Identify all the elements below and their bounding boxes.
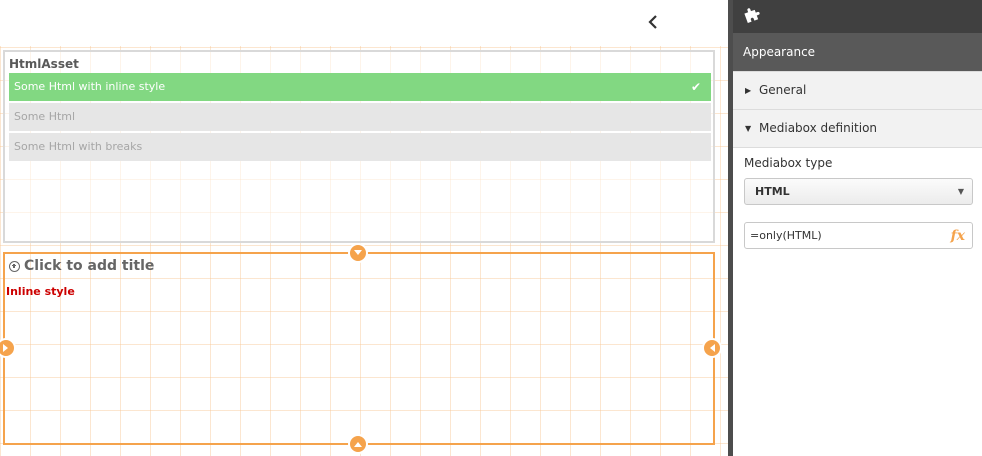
accordion-mediabox-definition[interactable]: ▼ Mediabox definition — [733, 109, 982, 147]
sheet-canvas: HtmlAsset Some Html with inline style ✔ … — [0, 0, 728, 456]
title-placeholder: Click to add title — [24, 258, 155, 274]
fx-icon[interactable]: fx — [951, 224, 965, 249]
plus-circle-icon — [9, 260, 20, 272]
section-appearance[interactable]: Appearance — [733, 33, 982, 71]
accordion-label: Mediabox definition — [759, 121, 878, 135]
list-item-label: Some Html with breaks — [14, 140, 143, 153]
select-value: HTML — [755, 185, 790, 198]
add-title-button[interactable]: Click to add title — [9, 258, 154, 274]
mediabox-type-select[interactable]: HTML ▼ — [744, 178, 973, 205]
resize-handle-top[interactable] — [348, 243, 368, 263]
list-item-label: Some Html — [14, 110, 76, 123]
caret-right-icon — [3, 344, 8, 352]
accordion-label: General — [759, 83, 807, 97]
checkmark-icon: ✔ — [690, 80, 701, 94]
list-item[interactable]: Some Html — [9, 103, 711, 131]
list-item[interactable]: Some Html with breaks — [9, 133, 711, 161]
properties-panel: Appearance ▶ General ▼ Mediabox definiti… — [733, 0, 982, 456]
puzzle-icon[interactable] — [742, 4, 762, 24]
mediabox-type-label: Mediabox type — [744, 156, 833, 170]
filter-pane-htmlasset[interactable]: HtmlAsset Some Html with inline style ✔ … — [3, 50, 715, 243]
resize-handle-bottom[interactable] — [348, 434, 368, 454]
mediabox-object[interactable]: Click to add title Inline style — [3, 252, 715, 445]
caret-up-icon — [354, 442, 362, 447]
panel-header — [733, 0, 982, 33]
triangle-down-icon: ▼ — [745, 124, 752, 133]
caret-down-icon: ▼ — [957, 187, 964, 196]
expression-value: =only(HTML) — [750, 229, 822, 242]
list-item-selected[interactable]: Some Html with inline style ✔ — [9, 73, 711, 101]
resize-handle-right[interactable] — [702, 338, 722, 358]
accordion-general[interactable]: ▶ General — [733, 71, 982, 109]
mediabox-html-content: Inline style — [6, 285, 75, 298]
caret-down-icon — [354, 250, 362, 255]
triangle-right-icon: ▶ — [745, 86, 752, 95]
caret-left-icon — [710, 344, 715, 352]
listbox-title: HtmlAsset — [9, 57, 79, 71]
list-item-label: Some Html with inline style — [14, 80, 166, 93]
sheet-toolbar — [0, 0, 728, 46]
mediabox-definition-body: Mediabox type HTML ▼ =only(HTML) fx — [733, 147, 982, 456]
chevron-left-icon[interactable] — [642, 11, 664, 33]
expression-input[interactable]: =only(HTML) fx — [744, 222, 973, 249]
